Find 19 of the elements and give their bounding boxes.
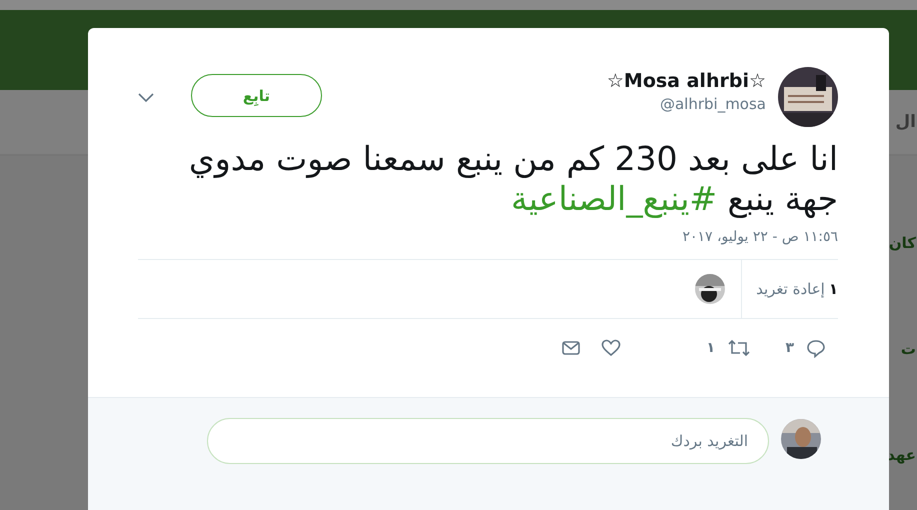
author-name[interactable]: ☆Mosa alhrbi☆ bbox=[606, 68, 766, 94]
tweet-timestamp[interactable]: ١١:٥٦ ص - ٢٢ يوليو، ٢٠١٧ bbox=[138, 229, 838, 260]
tweet-text: انا على بعد 230 كم من ينبع سمعنا صوت مدوي جهة ينبع #ينبع_الصناعية bbox=[188, 139, 838, 219]
hashtag-link[interactable]: #ينبع_الصناعية bbox=[511, 179, 718, 218]
chevron-down-icon[interactable] bbox=[138, 93, 154, 103]
sidebar-text: عهد bbox=[887, 446, 916, 464]
follow-button[interactable]: تابِع bbox=[191, 74, 322, 117]
nav-text: ال bbox=[895, 112, 916, 132]
sidebar-text: كان bbox=[888, 234, 916, 252]
retweet-icon[interactable] bbox=[727, 338, 751, 358]
action-count: ١ bbox=[706, 340, 715, 356]
action-count: ٣ bbox=[785, 340, 794, 356]
envelope-icon[interactable] bbox=[561, 338, 581, 358]
retweet-count[interactable]: ١ إعادة تغريد bbox=[741, 260, 838, 318]
reply-icon[interactable] bbox=[806, 338, 826, 358]
sidebar-text: ت bbox=[900, 340, 916, 358]
reply-field[interactable]: التغريد بردك bbox=[207, 418, 769, 464]
author-handle[interactable]: @alhrbi_mosa bbox=[660, 94, 766, 114]
heart-icon[interactable] bbox=[601, 338, 621, 358]
